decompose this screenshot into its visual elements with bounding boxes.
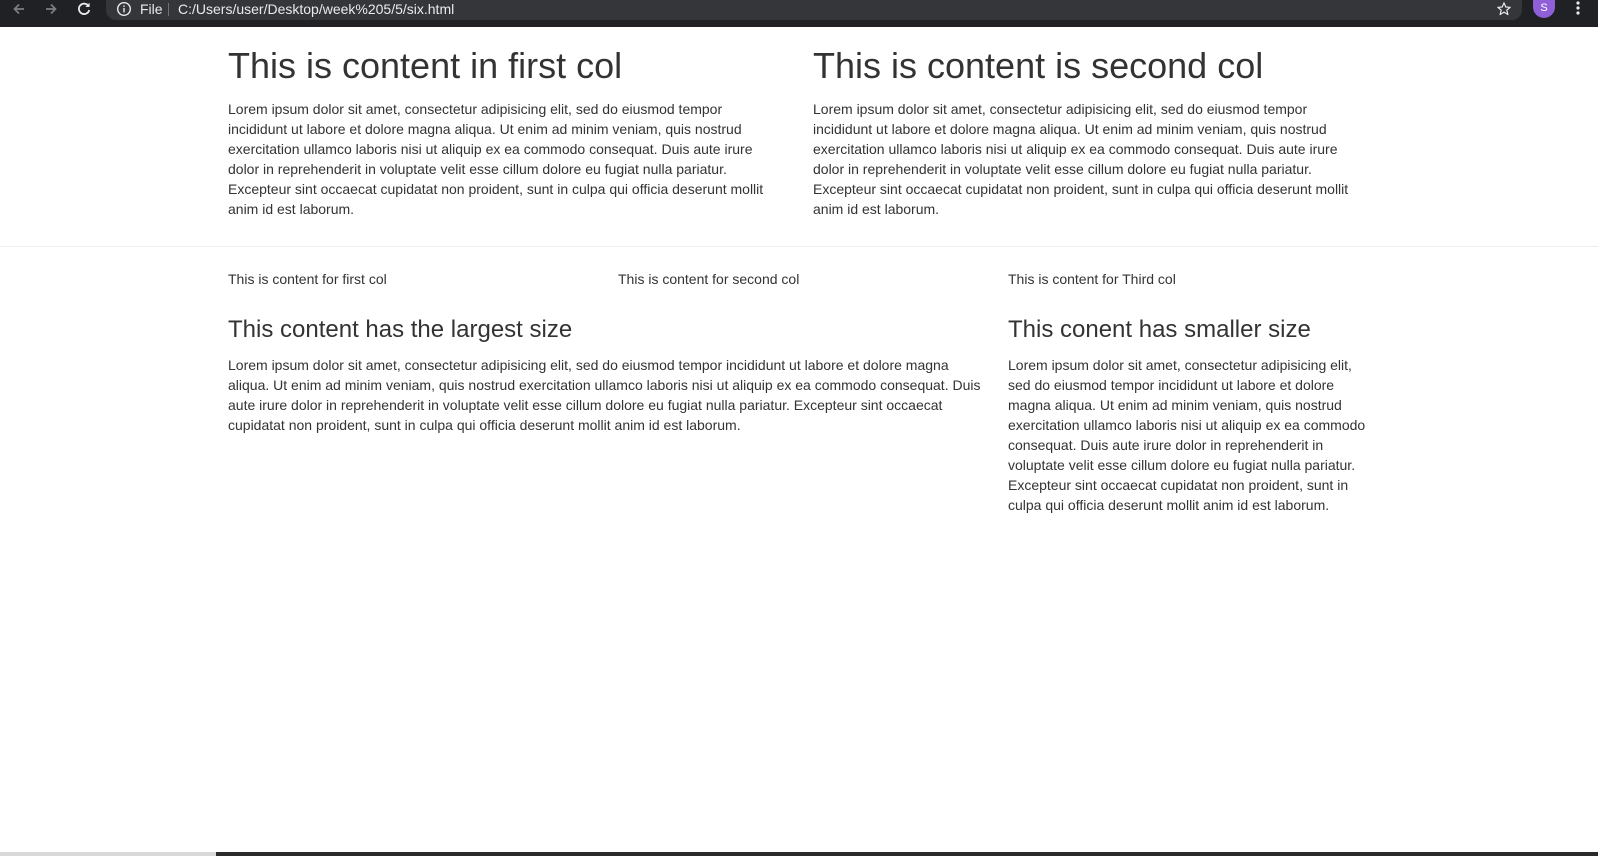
first-col: This is content in first col Lorem ipsum…: [228, 46, 783, 219]
reload-button[interactable]: [71, 0, 97, 18]
arrow-right-icon: [46, 3, 57, 15]
third-row-first-col: This is content for first col: [228, 271, 387, 287]
largest-col-heading: This content has the largest size: [228, 316, 573, 343]
profile-avatar[interactable]: S: [1533, 0, 1555, 18]
third-row-third-col: This is content for Third col: [1008, 271, 1176, 287]
address-divider: [168, 3, 169, 16]
star-icon[interactable]: [1496, 1, 1512, 17]
scheme-label: File: [140, 1, 163, 17]
arrow-left-icon: [13, 3, 24, 15]
info-icon[interactable]: [116, 1, 132, 17]
smaller-col: This conent has smaller size Lorem ipsum…: [1008, 315, 1370, 515]
address-bar[interactable]: File C:/Users/user/Desktop/week%205/5/si…: [106, 0, 1522, 20]
url-text[interactable]: C:/Users/user/Desktop/week%205/5/six.htm…: [178, 1, 454, 17]
row-three-columns: This is content for first col This is co…: [228, 269, 1368, 289]
second-col-paragraph: Lorem ipsum dolor sit amet, consectetur …: [813, 101, 1349, 217]
second-col: This is content is second col Lorem ipsu…: [813, 46, 1368, 219]
second-col-heading: This is content is second col: [813, 45, 1264, 86]
page-content: This is content in first col Lorem ipsum…: [0, 27, 1598, 856]
back-button[interactable]: [6, 0, 32, 18]
browser-toolbar: File C:/Users/user/Desktop/week%205/5/si…: [0, 0, 1598, 27]
smaller-col-heading: This conent has smaller size: [1008, 316, 1311, 343]
third-row-second-col: This is content for second col: [618, 271, 800, 287]
taskbar-strip: [0, 852, 1598, 856]
first-col-paragraph: Lorem ipsum dolor sit amet, consectetur …: [228, 101, 764, 217]
largest-col-paragraph: Lorem ipsum dolor sit amet, consectetur …: [228, 357, 981, 433]
taskbar-strip-left: [0, 852, 216, 856]
smaller-col-paragraph: Lorem ipsum dolor sit amet, consectetur …: [1008, 357, 1366, 513]
first-col-heading: This is content in first col: [228, 45, 623, 86]
forward-button[interactable]: [38, 0, 64, 18]
reload-icon: [78, 2, 91, 15]
largest-col: This content has the largest size Lorem …: [228, 315, 983, 435]
more-menu-icon[interactable]: [1570, 0, 1586, 18]
section-divider: [0, 246, 1598, 247]
